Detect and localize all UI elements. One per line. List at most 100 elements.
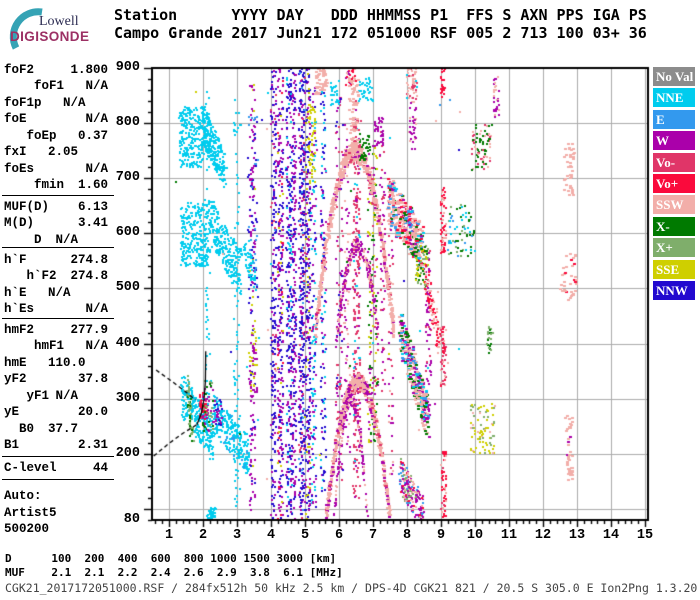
param-value: 274.8 (70, 253, 108, 267)
param-value: N/A (62, 95, 86, 110)
param-row-mufd: MUF(D) 6.13 (4, 199, 108, 215)
legend-item-nnw: NNW (653, 280, 695, 300)
param-value: N/A (55, 232, 78, 247)
param-row-hf: h`F 274.8 (4, 252, 108, 268)
echo-type-legend: No Val NNE E W Vo- Vo+ SSW X- X+ SSE NNW (653, 67, 696, 302)
legend-item-noval: No Val (653, 67, 695, 86)
param-row-fof1: foF1 N/A (4, 78, 108, 94)
x-tick-label-3: 3 (232, 528, 242, 543)
param-label: foE (4, 112, 27, 127)
legend-item-vo-: Vo- (653, 152, 695, 172)
param-label: h`F (4, 253, 27, 267)
legend-item-vo+: Vo+ (653, 173, 695, 193)
legend-item-w: W (653, 131, 695, 151)
x-tick-label-14: 14 (602, 528, 620, 543)
param-label: D (34, 232, 42, 247)
param-label: yF1 (26, 388, 50, 403)
y-tick-label-500: 500 (115, 280, 140, 296)
param-row-b0: B0 37.7 (4, 421, 108, 437)
logo-text-digisonde: DIGISONDE (10, 29, 90, 44)
param-separator-0 (2, 194, 114, 196)
param-separator-1 (2, 247, 114, 248)
param-label: hmF1 (34, 339, 65, 354)
legend-item-ssw: SSW (653, 195, 695, 215)
y-tick-label-400: 400 (115, 335, 140, 351)
param-label: foF1 (34, 79, 65, 94)
param-label: B1 (4, 438, 20, 453)
param-separator-4 (2, 479, 114, 480)
param-value: N/A (85, 302, 108, 317)
muf-row: MUF 2.1 2.1 2.2 2.4 2.6 2.9 3.8 6.1 [MHz… (5, 566, 343, 579)
y-tick-label-200: 200 (115, 445, 140, 461)
param-label: fxI (4, 145, 27, 160)
header-line-1: Station YYYY DAY DDD HHMMSS P1 FFS S AXN… (114, 6, 647, 24)
param-row-hme: hmE 110.0 (4, 355, 108, 371)
x-tick-label-4: 4 (266, 528, 276, 543)
logo-text-lowell: Lowell (39, 14, 79, 29)
param-label: hmF2 (4, 323, 35, 337)
legend-item-x+: X+ (653, 238, 695, 258)
param-group-1: MUF(D) 6.13 M(D) 3.41 D N/A (4, 199, 108, 248)
file-info-footer: CGK21_2017172051000.RSF / 284fx512h 50 k… (5, 581, 698, 595)
param-row-fxi: fxI 2.05 (4, 144, 108, 160)
param-label: C-level (4, 461, 57, 475)
param-label: B0 (19, 421, 35, 436)
header-block: Station YYYY DAY DDD HHMMSS P1 FFS S AXN… (114, 6, 647, 42)
ionogram-screen: Lowell DIGISONDE Station YYYY DAY DDD HH… (0, 0, 700, 600)
y-tick-label-80: 80 (123, 512, 140, 527)
param-value: 2.05 (47, 145, 78, 160)
legend-item-sse: SSE (653, 259, 695, 279)
param-value: 0.37 (77, 128, 108, 143)
y-tick-label-900: 900 (115, 60, 140, 75)
param-value: 37.8 (77, 372, 108, 387)
x-tick-label-5: 5 (300, 528, 310, 543)
legend-item-nne: NNE (653, 88, 695, 108)
param-label: hmE (4, 355, 27, 370)
x-tick-label-7: 7 (368, 528, 378, 543)
param-row-hes: h`Es N/A (4, 301, 108, 317)
param-row-foep: foEp 0.37 (4, 128, 108, 144)
y-tick-label-600: 600 (115, 225, 140, 241)
x-tick-label-9: 9 (436, 528, 446, 543)
param-label: h`Es (4, 302, 35, 317)
distance-row: D 100 200 400 600 800 1000 1500 3000 [km… (5, 552, 337, 565)
x-tick-label-10: 10 (466, 528, 484, 543)
param-row-ye: yE 20.0 (4, 404, 108, 420)
param-label: yE (4, 405, 20, 420)
x-tick-label-12: 12 (534, 528, 552, 543)
y-tick-label-800: 800 (115, 115, 140, 131)
legend-item-x-: X- (653, 216, 695, 236)
param-label: fmin (34, 178, 65, 193)
param-row-clevel: C-level 44 (4, 460, 108, 476)
param-value: 37.7 (47, 421, 78, 436)
y-tick-label-700: 700 (115, 170, 140, 186)
param-value: N/A (85, 79, 108, 94)
param-label: foF2 (4, 63, 35, 77)
param-value: 110.0 (47, 355, 86, 370)
x-tick-label-1: 1 (164, 528, 174, 543)
param-group-4: C-level 44 (4, 460, 108, 476)
lowell-digisonde-logo: Lowell DIGISONDE (4, 5, 112, 51)
y-tick-label-300: 300 (115, 390, 140, 406)
header-line-2: Campo Grande 2017 Jun21 172 051000 RSF 0… (114, 24, 647, 42)
legend-item-e: E (653, 109, 695, 129)
param-label: foEs (4, 161, 35, 176)
x-tick-label-11: 11 (500, 528, 518, 543)
x-tick-label-15: 15 (636, 528, 654, 543)
x-tick-label-13: 13 (568, 528, 586, 543)
param-label: h`F2 (26, 269, 57, 284)
x-tick-label-8: 8 (402, 528, 412, 543)
param-label: M(D) (4, 216, 35, 231)
param-row-fof1p: foF1p N/A (4, 95, 108, 111)
param-value: 44 (92, 461, 108, 475)
param-separator-2 (2, 317, 114, 319)
param-label: foF1p (4, 95, 42, 110)
param-label: foEp (26, 128, 57, 143)
param-row-yf2: yF2 37.8 (4, 371, 108, 387)
param-label: h`E (4, 285, 27, 300)
auto-info-row: Auto: (4, 489, 42, 503)
param-value: 20.0 (77, 405, 108, 420)
x-tick-label-2: 2 (198, 528, 208, 543)
param-value: 6.13 (77, 200, 108, 214)
param-label: MUF(D) (4, 200, 50, 214)
